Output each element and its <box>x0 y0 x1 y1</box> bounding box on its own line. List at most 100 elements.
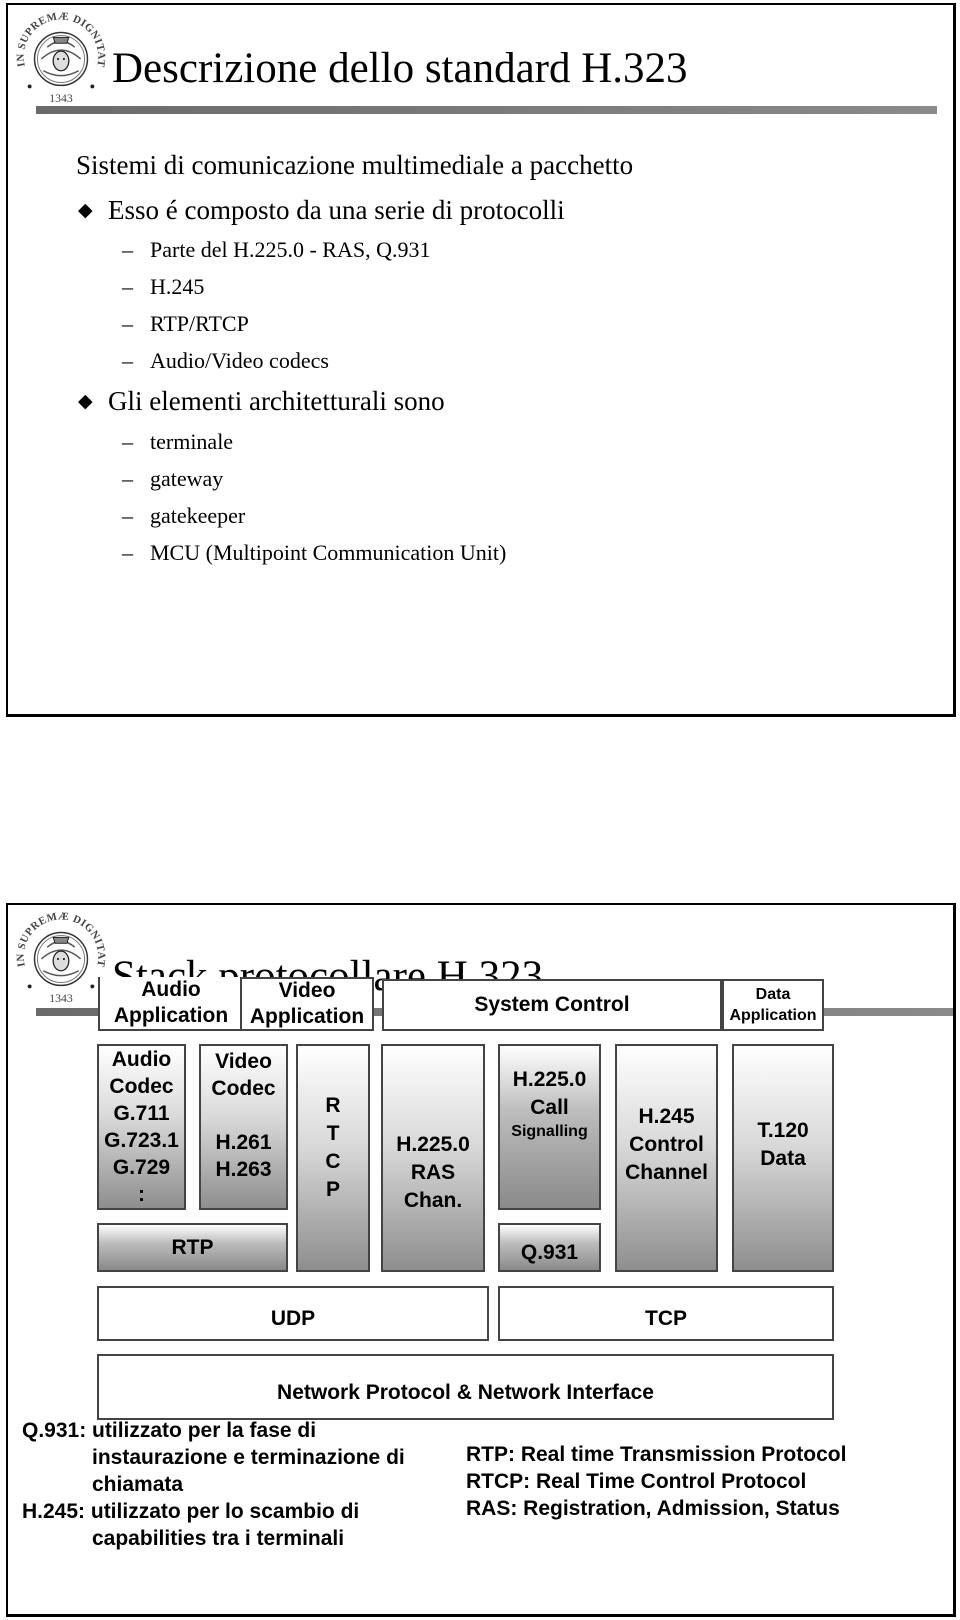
sub-item: – Parte del H.225.0 - RAS, Q.931 <box>122 237 430 263</box>
box-label: H.245 <box>638 1105 695 1128</box>
note-line: RAS: Registration, Admission, Status <box>466 1497 840 1520</box>
box-label: Q.931 <box>520 1240 579 1264</box>
dash-icon: – <box>122 348 133 373</box>
system-control-box: System Control <box>382 979 722 1031</box>
note-line: H.245: utilizzato per lo scambio di <box>22 1500 360 1523</box>
dash-icon: – <box>122 311 133 336</box>
tcp-box: TCP <box>498 1286 834 1341</box>
video-application-box: Video Application <box>240 977 374 1031</box>
slide-title: Descrizione dello standard H.323 <box>112 45 688 92</box>
rtcp-box: R T C P <box>296 1044 370 1272</box>
box-label: Control <box>629 1133 704 1156</box>
box-label: R <box>325 1094 341 1117</box>
box-label: Network Protocol & Network Interface <box>277 1381 654 1405</box>
slide-2: Stack protocollare H.323 Audio Applicati… <box>6 903 956 1617</box>
box-label: Application <box>249 1005 365 1028</box>
box-label: UDP <box>270 1306 316 1330</box>
box-label: Application <box>729 1007 817 1024</box>
box-label: Audio <box>111 1048 172 1071</box>
box-label: P <box>325 1178 340 1201</box>
rtp-box: RTP <box>97 1223 288 1272</box>
box-label: Video <box>215 1050 272 1073</box>
box-label: Data <box>755 986 791 1003</box>
note-line: capabilities tra i terminali <box>92 1527 345 1550</box>
box-label: H.225.0 <box>396 1133 470 1156</box>
university-seal-icon <box>12 7 109 106</box>
sub-item: – gatekeeper <box>122 503 245 529</box>
box-label: Signalling <box>511 1123 588 1140</box>
box-label: T <box>326 1122 340 1145</box>
sub-item-text: gateway <box>150 466 224 491</box>
box-label: Codec <box>211 1077 276 1100</box>
q931-box: Q.931 <box>498 1223 601 1272</box>
box-label: RTP <box>171 1235 214 1259</box>
audio-codec-box: Audio Codec G.711 G.723.1 G.729 : <box>97 1044 186 1210</box>
sub-item: – H.245 <box>122 274 204 300</box>
intro-text: Sistemi di comunicazione multimediale a … <box>76 150 634 180</box>
box-label: Video <box>278 979 336 1002</box>
box-label: H.225.0 <box>512 1068 587 1091</box>
bullet-item: ◆ Gli elementi architetturali sono <box>78 386 445 417</box>
bullet-text: Esso é composto da una serie di protocol… <box>108 195 565 225</box>
notes-right: RTP: Real time Transmission Protocol RTC… <box>466 1441 846 1522</box>
note-line: instaurazione e terminazione di <box>92 1446 405 1469</box>
sub-item-text: terminale <box>150 429 234 454</box>
video-codec-box: Video Codec H.261 H.263 <box>199 1044 288 1210</box>
t120-data-box: T.120 Data <box>732 1044 834 1272</box>
title-underline-bar <box>36 106 937 114</box>
university-seal-icon <box>12 907 109 1006</box>
ras-channel-box: H.225.0 RAS Chan. <box>381 1044 485 1272</box>
sub-item-text: Parte del H.225.0 - RAS, Q.931 <box>150 237 431 262</box>
box-label: Application <box>113 1004 229 1027</box>
network-interface-box: Network Protocol & Network Interface <box>97 1354 834 1420</box>
bullet-item: ◆ Esso é composto da una serie di protoco… <box>78 195 565 226</box>
notes-left: Q.931: utilizzato per la fase di instaur… <box>22 1417 405 1552</box>
box-label: G.711 <box>113 1102 170 1125</box>
diamond-bullet-icon: ◆ <box>78 200 93 221</box>
sub-item: – Audio/Video codecs <box>122 348 329 374</box>
box-label: H.261 <box>215 1131 272 1154</box>
sub-item: – RTP/RTCP <box>122 311 249 337</box>
box-label: Channel <box>625 1161 708 1184</box>
box-label: T.120 <box>757 1119 809 1142</box>
box-label: Data <box>760 1147 806 1170</box>
box-label: Audio <box>141 978 201 1001</box>
box-label: TCP <box>645 1306 687 1330</box>
note-line: RTCP: Real Time Control Protocol <box>466 1470 807 1493</box>
diamond-bullet-icon: ◆ <box>78 391 93 412</box>
dash-icon: – <box>122 540 133 565</box>
box-label: G.729 <box>112 1156 171 1179</box>
dash-icon: – <box>122 237 133 262</box>
box-label: Codec <box>109 1075 174 1098</box>
slide-1: Descrizione dello standard H.323 Sistemi… <box>6 3 956 717</box>
udp-box: UDP <box>97 1286 489 1341</box>
box-label: C <box>325 1150 341 1173</box>
dash-icon: – <box>122 503 133 528</box>
data-application-box: Data Application <box>722 979 824 1031</box>
note-line: RTP: Real time Transmission Protocol <box>466 1443 847 1466</box>
bullet-text: Gli elementi architetturali sono <box>108 386 445 416</box>
h245-control-channel-box: H.245 Control Channel <box>615 1044 718 1272</box>
sub-item-text: Audio/Video codecs <box>150 348 329 373</box>
sub-item: – MCU (Multipoint Communication Unit) <box>122 540 506 566</box>
box-label: G.723.1 <box>104 1129 179 1152</box>
sub-item: – terminale <box>122 429 233 455</box>
sub-item-text: RTP/RTCP <box>150 311 249 336</box>
box-label: Call <box>530 1096 569 1119</box>
box-label: RAS <box>410 1161 456 1184</box>
box-label: : <box>138 1183 145 1206</box>
sub-item-text: H.245 <box>150 274 205 299</box>
call-signalling-box: H.225.0 Call Signalling <box>498 1044 601 1210</box>
dash-icon: – <box>122 429 133 454</box>
note-line: chiamata <box>92 1473 184 1496</box>
sub-item-text: gatekeeper <box>150 503 246 528</box>
sub-item: – gateway <box>122 466 223 492</box>
dash-icon: – <box>122 274 133 299</box>
box-label: System Control <box>474 993 630 1017</box>
sub-item-text: MCU (Multipoint Communication Unit) <box>150 540 507 565</box>
audio-application-box: Audio Application <box>98 977 244 1031</box>
box-label: Chan. <box>403 1189 463 1212</box>
box-label: H.263 <box>215 1158 272 1181</box>
dash-icon: – <box>122 466 133 491</box>
note-line: Q.931: utilizzato per la fase di <box>22 1419 317 1442</box>
